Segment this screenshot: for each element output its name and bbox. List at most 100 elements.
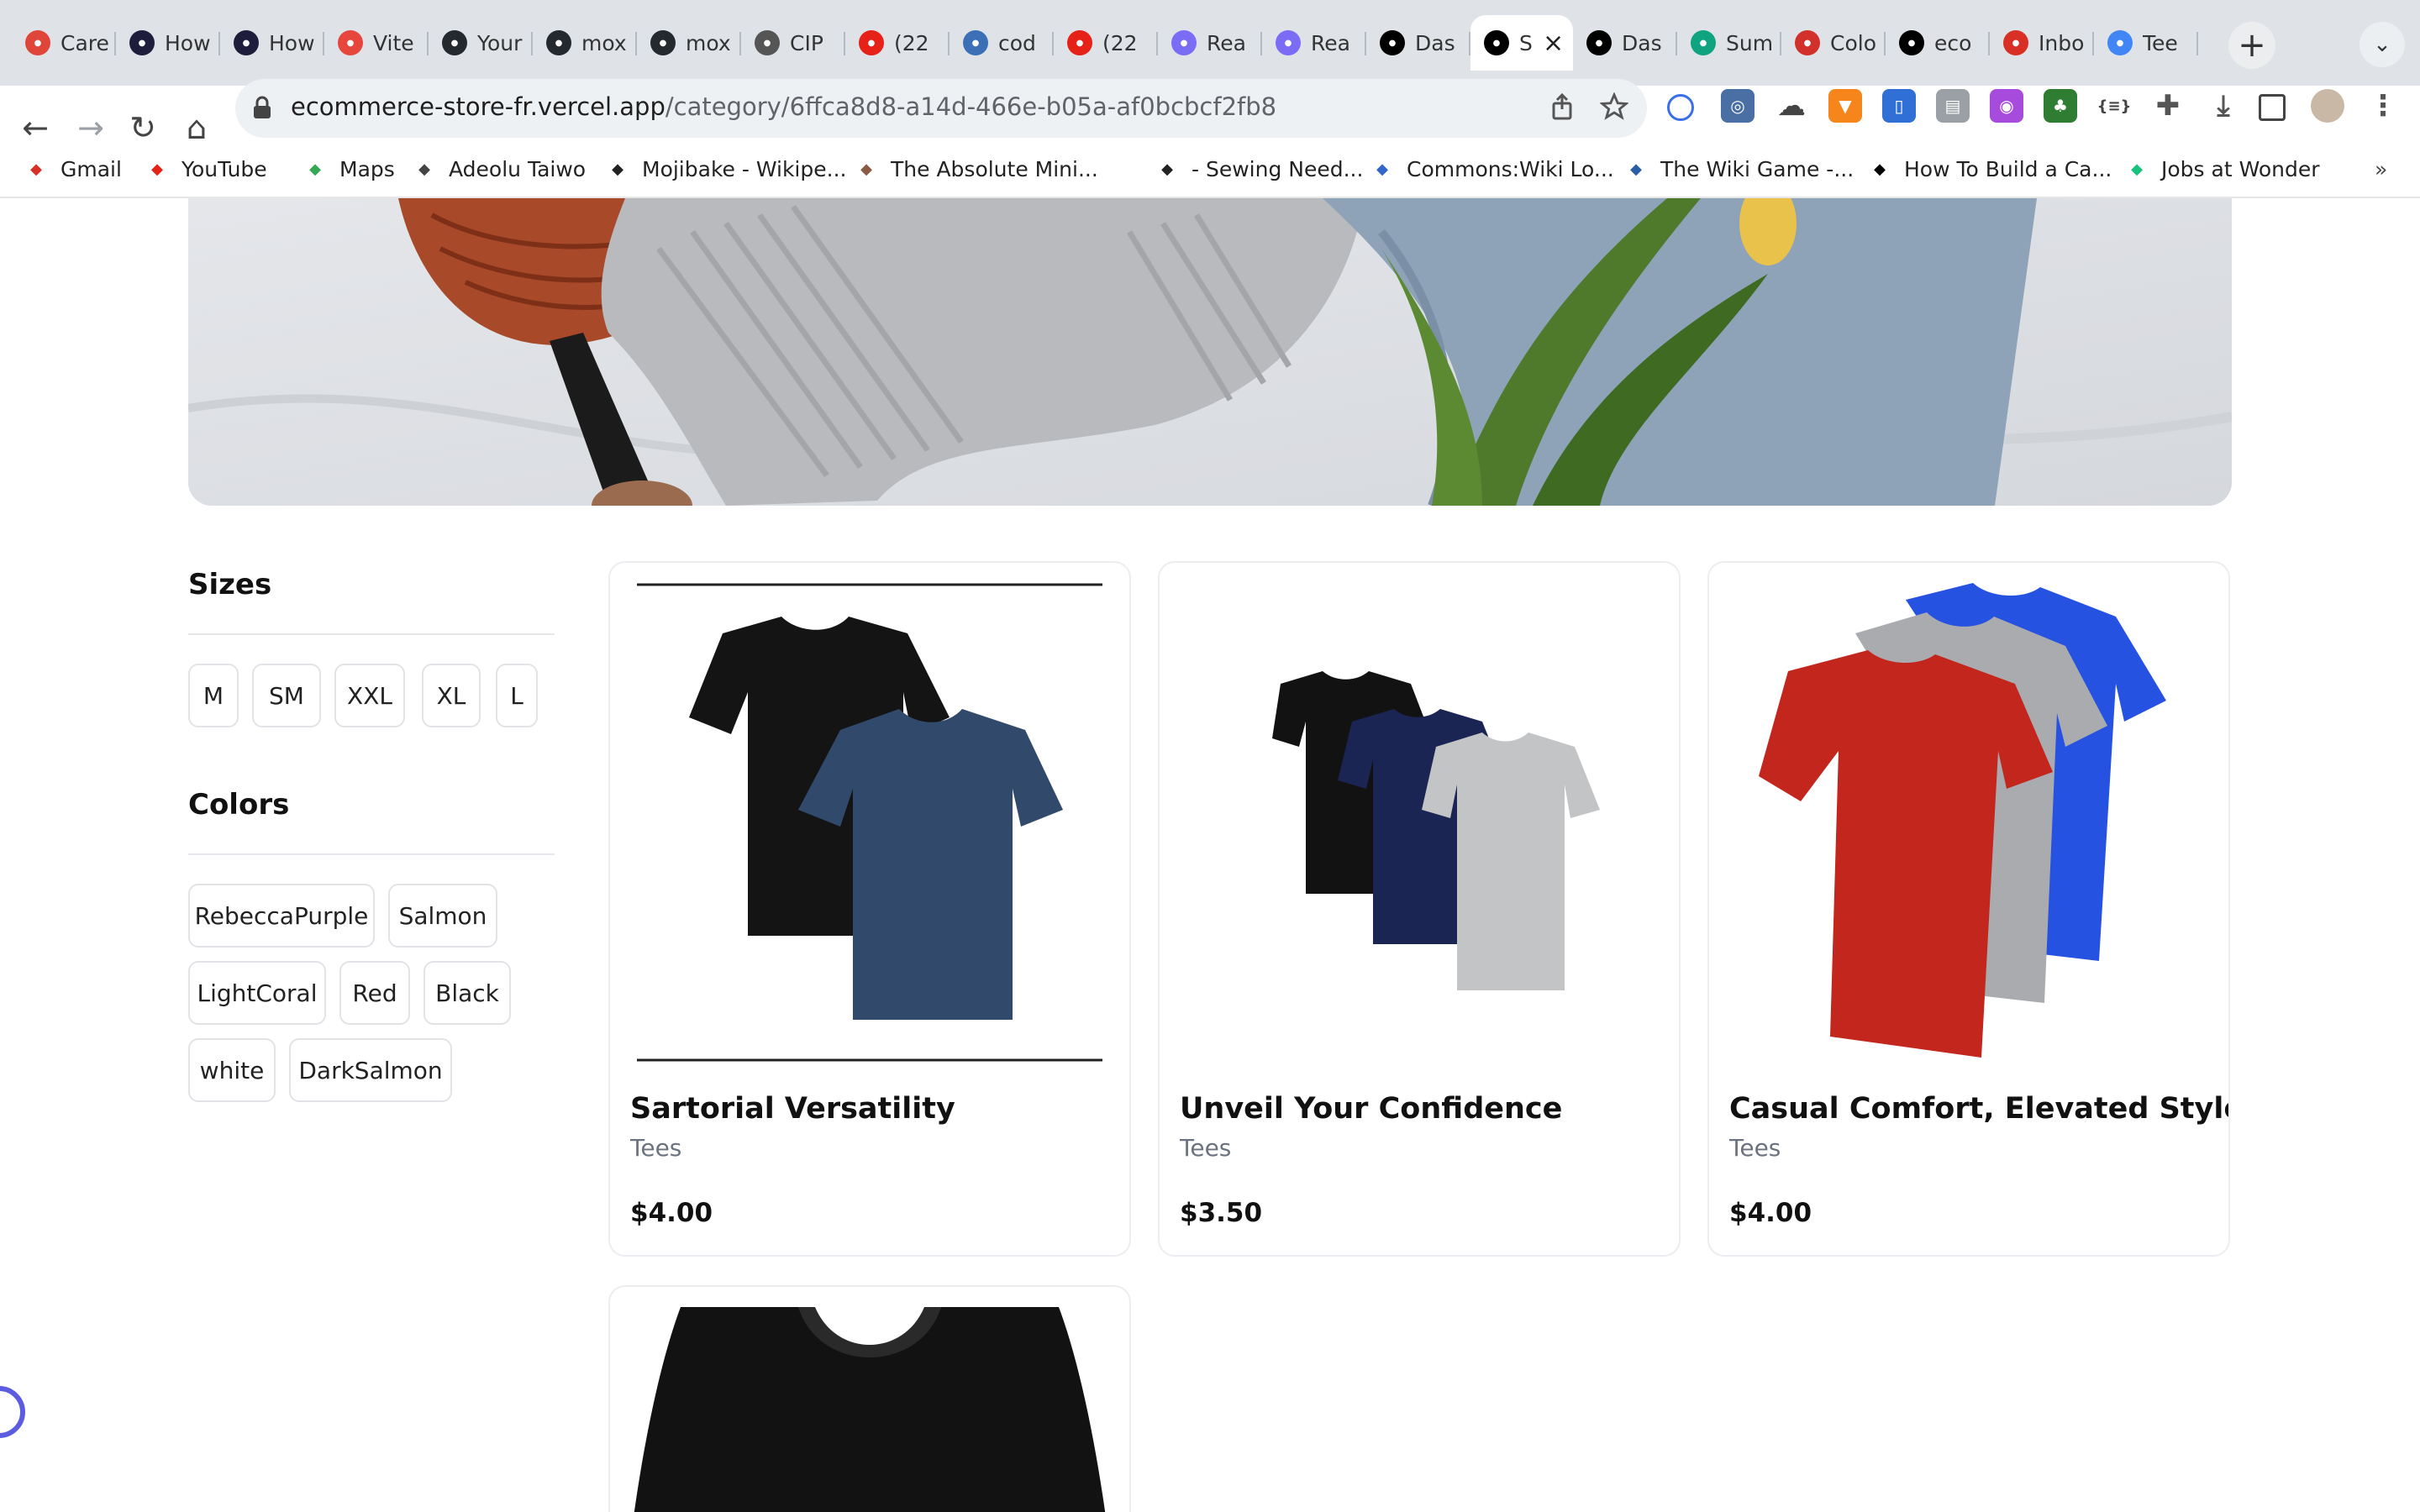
browser-tab[interactable]: ● Rea <box>1158 15 1262 71</box>
product-image[interactable] <box>1180 583 1659 1062</box>
product-category: Tees <box>1729 1134 1781 1162</box>
tab-label: Rea <box>1207 30 1246 55</box>
side-panel-icon[interactable] <box>2259 94 2286 121</box>
bookmark-item[interactable]: ◆ Jobs at Wonder <box>2124 155 2319 183</box>
color-chip[interactable]: RebeccaPurple <box>188 884 375 948</box>
size-chip[interactable]: L <box>496 664 538 727</box>
browser-tab[interactable]: ● Das <box>1573 15 1677 71</box>
forward-button[interactable]: → <box>67 104 114 151</box>
size-chip[interactable]: M <box>188 664 239 727</box>
url-text[interactable]: ecommerce-store-fr.vercel.app/category/6… <box>291 92 1276 121</box>
extension-icon[interactable]: ▯ <box>1882 89 1916 123</box>
browser-tab[interactable]: ● Colo <box>1781 15 1886 71</box>
extension-icon[interactable]: ◎ <box>1721 89 1754 123</box>
metamask-icon[interactable]: ▼ <box>1828 89 1862 123</box>
browser-tab[interactable]: ● CIP <box>741 15 845 71</box>
extension-icon[interactable]: ♣ <box>2044 89 2077 123</box>
bookmark-item[interactable]: ◆ Gmail <box>24 155 122 183</box>
bookmark-item[interactable]: ◆ Mojibake - Wikipe... <box>605 155 846 183</box>
home-button[interactable]: ⌂ <box>173 104 220 151</box>
product-image[interactable] <box>630 1307 1109 1512</box>
youtube-icon: ● <box>1067 30 1092 55</box>
active-tab[interactable]: ● S × <box>1470 15 1573 71</box>
size-chip[interactable]: XL <box>422 664 481 727</box>
browser-tab[interactable]: ● How <box>116 15 220 71</box>
bookmark-item[interactable]: ◆ Maps <box>302 155 395 183</box>
product-card[interactable]: Casual Comfort, Elevated Style Tees $4.0… <box>1707 561 2230 1257</box>
browser-tab[interactable]: ● Rea <box>1262 15 1366 71</box>
product-image[interactable] <box>1729 583 2208 1062</box>
color-chip[interactable]: white <box>188 1038 276 1102</box>
product-card[interactable]: Unveil Your Confidence Tees $3.50 <box>1158 561 1681 1257</box>
bookmark-item[interactable]: ◆ Adeolu Taiwo <box>412 155 586 183</box>
color-chip[interactable]: Salmon <box>388 884 497 948</box>
new-tab-button[interactable]: + <box>2228 22 2275 69</box>
browser-tab[interactable]: ● mox <box>637 15 741 71</box>
browser-tab[interactable]: ● mox <box>533 15 637 71</box>
browser-tab[interactable]: ● How <box>220 15 324 71</box>
tab-label: How <box>269 30 315 55</box>
github-icon: ● <box>546 30 571 55</box>
size-chip[interactable]: SM <box>252 664 321 727</box>
tab-label: How <box>165 30 211 55</box>
tab-label: mox <box>686 30 731 55</box>
puzzle-icon[interactable]: ✚ <box>2151 89 2185 123</box>
tab-label: Colo <box>1830 30 1876 55</box>
color-chip[interactable]: LightCoral <box>188 961 326 1025</box>
extension-icon[interactable]: ▤ <box>1936 89 1970 123</box>
size-chip[interactable]: XXL <box>334 664 405 727</box>
bookmark-item[interactable]: ◆ - Sewing Need... <box>1155 155 1363 183</box>
product-title[interactable]: Unveil Your Confidence <box>1180 1092 1562 1126</box>
tab-label: Tee <box>2143 30 2178 55</box>
bookmark-star-icon[interactable] <box>1600 92 1628 121</box>
product-image[interactable] <box>630 583 1109 1062</box>
browser-tab[interactable]: ● (22 <box>1054 15 1158 71</box>
download-icon[interactable]: ⤓ <box>2207 89 2240 123</box>
share-icon[interactable] <box>1548 92 1576 121</box>
extension-icon[interactable]: ◉ <box>1990 89 2023 123</box>
browser-tab[interactable]: ● eco <box>1886 15 1990 71</box>
browser-tab[interactable]: ● cod <box>950 15 1054 71</box>
needle-icon: ◆ <box>1161 160 1173 178</box>
browser-tab[interactable]: ● Your <box>429 15 533 71</box>
tab-search-button[interactable]: ⌄ <box>2360 22 2405 67</box>
json-extension-icon[interactable]: {≡} <box>2097 89 2131 123</box>
bookmark-item[interactable]: ◆ How To Build a Ca... <box>1867 155 2112 183</box>
product-card[interactable] <box>608 1285 1131 1512</box>
lock-icon[interactable] <box>252 96 272 119</box>
color-chip[interactable]: Red <box>339 961 410 1025</box>
product-title[interactable]: Casual Comfort, Elevated Style <box>1729 1092 2228 1126</box>
product-category: Tees <box>1180 1134 1232 1162</box>
close-tab-icon[interactable]: × <box>1543 29 1564 58</box>
bookmark-item[interactable]: ◆ Commons:Wiki Lo... <box>1370 155 1614 183</box>
rocket-icon: ● <box>1171 30 1197 55</box>
floating-widget-button[interactable] <box>0 1386 25 1438</box>
product-card[interactable]: Sartorial Versatility Tees $4.00 <box>608 561 1131 1257</box>
browser-tab[interactable]: ● Tee <box>2094 15 2198 71</box>
avatar[interactable] <box>2311 89 2344 123</box>
product-title[interactable]: Sartorial Versatility <box>630 1092 955 1126</box>
tab-label: Care <box>60 30 109 55</box>
browser-tab[interactable]: ● Das <box>1366 15 1470 71</box>
browser-tab[interactable]: ● (22 <box>845 15 950 71</box>
browser-tab[interactable]: ● Vite <box>324 15 429 71</box>
browser-tab[interactable]: ● Care <box>12 15 116 71</box>
commons-icon: ◆ <box>1376 160 1388 178</box>
vite-icon: ● <box>338 30 363 55</box>
more-bookmarks-button[interactable]: » <box>2375 155 2387 183</box>
menu-icon[interactable]: ⋮ <box>2366 89 2400 123</box>
browser-tab[interactable]: ● Inbo <box>1990 15 2094 71</box>
color-chip[interactable]: Black <box>424 961 511 1025</box>
care-icon: ● <box>25 30 50 55</box>
google-icon: ● <box>2107 30 2133 55</box>
extension-icon[interactable] <box>1667 94 1694 121</box>
back-button[interactable]: ← <box>12 104 59 151</box>
reload-button[interactable]: ↻ <box>119 104 166 151</box>
bookmark-item[interactable]: ◆ YouTube <box>145 155 267 183</box>
browser-tab[interactable]: ● Sum <box>1677 15 1781 71</box>
cloud-extension-icon[interactable]: ☁ <box>1775 89 1808 123</box>
bookmark-item[interactable]: ◆ The Wiki Game -... <box>1623 155 1854 183</box>
bookmark-label: Adeolu Taiwo <box>449 156 587 181</box>
bookmark-item[interactable]: ◆ The Absolute Mini... <box>854 155 1098 183</box>
color-chip[interactable]: DarkSalmon <box>289 1038 452 1102</box>
